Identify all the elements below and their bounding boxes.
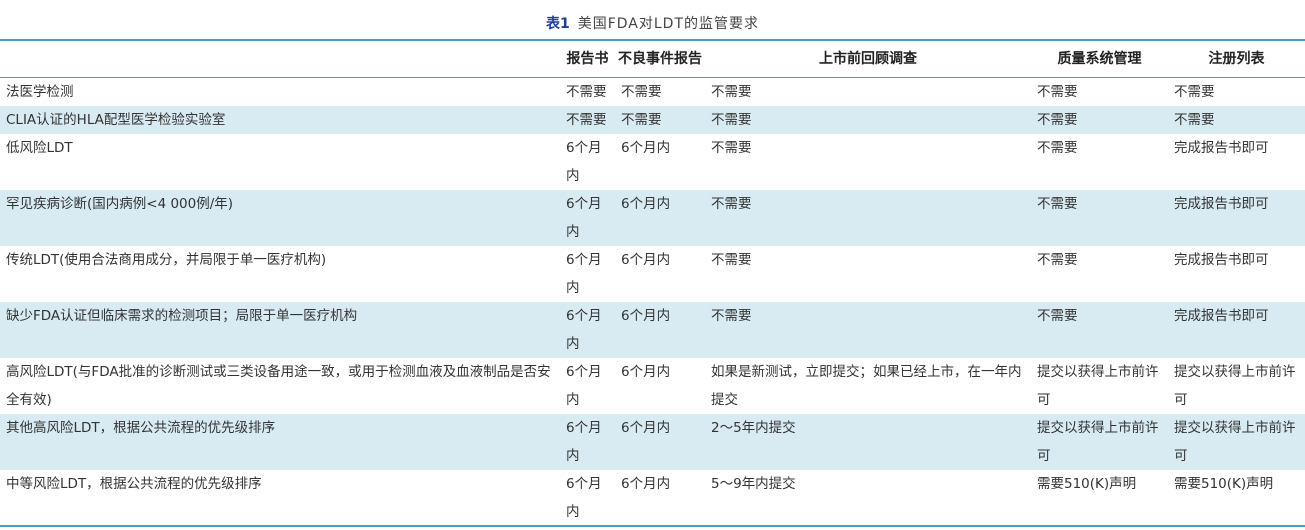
table-row: 低风险LDT 6个月内 6个月内 不需要 不需要 完成报告书即可 [0,134,1305,190]
header-category [0,41,560,78]
row-registration-listing: 完成报告书即可 [1174,140,1269,156]
row-category: 高风险LDT(与FDA批准的诊断测试或三类设备用途一致，或用于检测血液及血液制品… [6,364,551,408]
row-quality-system: 不需要 [1031,302,1168,358]
row-quality-system: 需要510(K)声明 [1037,476,1137,492]
row-quality-system: 提交以获得上市前许可 [1037,364,1159,408]
row-report: 6个月内 [560,414,615,470]
row-quality-system: 不需要 [1037,252,1078,268]
header-report: 报告书 [560,41,615,78]
row-registration-listing: 需要510(K)声明 [1174,476,1274,492]
row-quality-system: 不需要 [1037,84,1078,100]
table-row: 其他高风险LDT，根据公共流程的优先级排序 6个月内 6个月内 2～5年内提交 … [0,414,1305,470]
row-registration-listing: 提交以获得上市前许可 [1174,364,1296,408]
row-category: 法医学检测 [6,84,74,100]
header-row: 报告书 不良事件报告 上市前回顾调查 质量系统管理 注册列表 [0,41,1305,78]
row-registration-listing: 提交以获得上市前许可 [1168,414,1305,470]
row-category: 中等风险LDT，根据公共流程的优先级排序 [6,476,262,492]
row-report: 不需要 [566,84,607,100]
header-adverse-event: 不良事件报告 [615,41,705,78]
row-quality-system: 提交以获得上市前许可 [1031,414,1168,470]
header-quality-system: 质量系统管理 [1031,41,1168,78]
row-quality-system: 不需要 [1031,106,1168,134]
caption-label: 表1 [545,16,570,32]
row-report: 不需要 [560,106,615,134]
caption-title: 美国FDA对LDT的监管要求 [577,16,760,32]
row-registration-listing: 完成报告书即可 [1174,252,1269,268]
header-premarket-review: 上市前回顾调查 [705,41,1031,78]
row-adverse-event: 6个月内 [621,364,671,380]
table-row: CLIA认证的HLA配型医学检验实验室 不需要 不需要 不需要 不需要 不需要 [0,106,1305,134]
row-adverse-event: 6个月内 [615,414,705,470]
row-adverse-event: 不需要 [621,84,662,100]
table-row: 高风险LDT(与FDA批准的诊断测试或三类设备用途一致，或用于检测血液及血液制品… [0,358,1305,414]
row-registration-listing: 完成报告书即可 [1168,302,1305,358]
row-category: CLIA认证的HLA配型医学检验实验室 [0,106,560,134]
row-premarket-review: 如果是新测试，立即提交；如果已经上市，在一年内提交 [711,364,1022,408]
row-report: 6个月内 [566,252,602,296]
row-report: 6个月内 [566,140,602,184]
row-report: 6个月内 [566,364,602,408]
row-category: 其他高风险LDT，根据公共流程的优先级排序 [0,414,560,470]
header-registration-listing: 注册列表 [1168,41,1305,78]
table-row: 中等风险LDT，根据公共流程的优先级排序 6个月内 6个月内 5～9年内提交 需… [0,470,1305,526]
row-registration-listing: 完成报告书即可 [1168,190,1305,246]
row-premarket-review: 不需要 [705,106,1031,134]
row-premarket-review: 不需要 [705,302,1031,358]
row-registration-listing: 不需要 [1174,84,1215,100]
row-adverse-event: 6个月内 [621,252,671,268]
row-category: 缺少FDA认证但临床需求的检测项目；局限于单一医疗机构 [0,302,560,358]
row-adverse-event: 6个月内 [621,476,671,492]
row-category: 传统LDT(使用合法商用成分，并局限于单一医疗机构) [6,252,327,268]
row-premarket-review: 2～5年内提交 [705,414,1031,470]
table-bottom-rule [0,525,1305,527]
regulation-table: 报告书 不良事件报告 上市前回顾调查 质量系统管理 注册列表 法医学检测 不需要… [0,41,1305,526]
row-premarket-review: 不需要 [711,252,752,268]
table-row: 罕见疾病诊断(国内病例<4 000例/年) 6个月内 6个月内 不需要 不需要 … [0,190,1305,246]
row-category: 罕见疾病诊断(国内病例<4 000例/年) [0,190,560,246]
table-caption: 表1 美国FDA对LDT的监管要求 [0,14,1305,34]
row-adverse-event: 6个月内 [615,190,705,246]
row-report: 6个月内 [560,190,615,246]
row-premarket-review: 不需要 [711,84,752,100]
row-adverse-event: 6个月内 [615,302,705,358]
row-adverse-event: 不需要 [615,106,705,134]
row-category: 低风险LDT [6,140,73,156]
row-report: 6个月内 [566,476,602,520]
row-registration-listing: 不需要 [1168,106,1305,134]
row-premarket-review: 不需要 [705,190,1031,246]
table-row: 传统LDT(使用合法商用成分，并局限于单一医疗机构) 6个月内 6个月内 不需要… [0,246,1305,302]
row-premarket-review: 5～9年内提交 [711,476,796,492]
row-adverse-event: 6个月内 [621,140,671,156]
row-quality-system: 不需要 [1031,190,1168,246]
row-report: 6个月内 [560,302,615,358]
table-row: 缺少FDA认证但临床需求的检测项目；局限于单一医疗机构 6个月内 6个月内 不需… [0,302,1305,358]
table-row: 法医学检测 不需要 不需要 不需要 不需要 不需要 [0,78,1305,107]
row-quality-system: 不需要 [1037,140,1078,156]
row-premarket-review: 不需要 [711,140,752,156]
